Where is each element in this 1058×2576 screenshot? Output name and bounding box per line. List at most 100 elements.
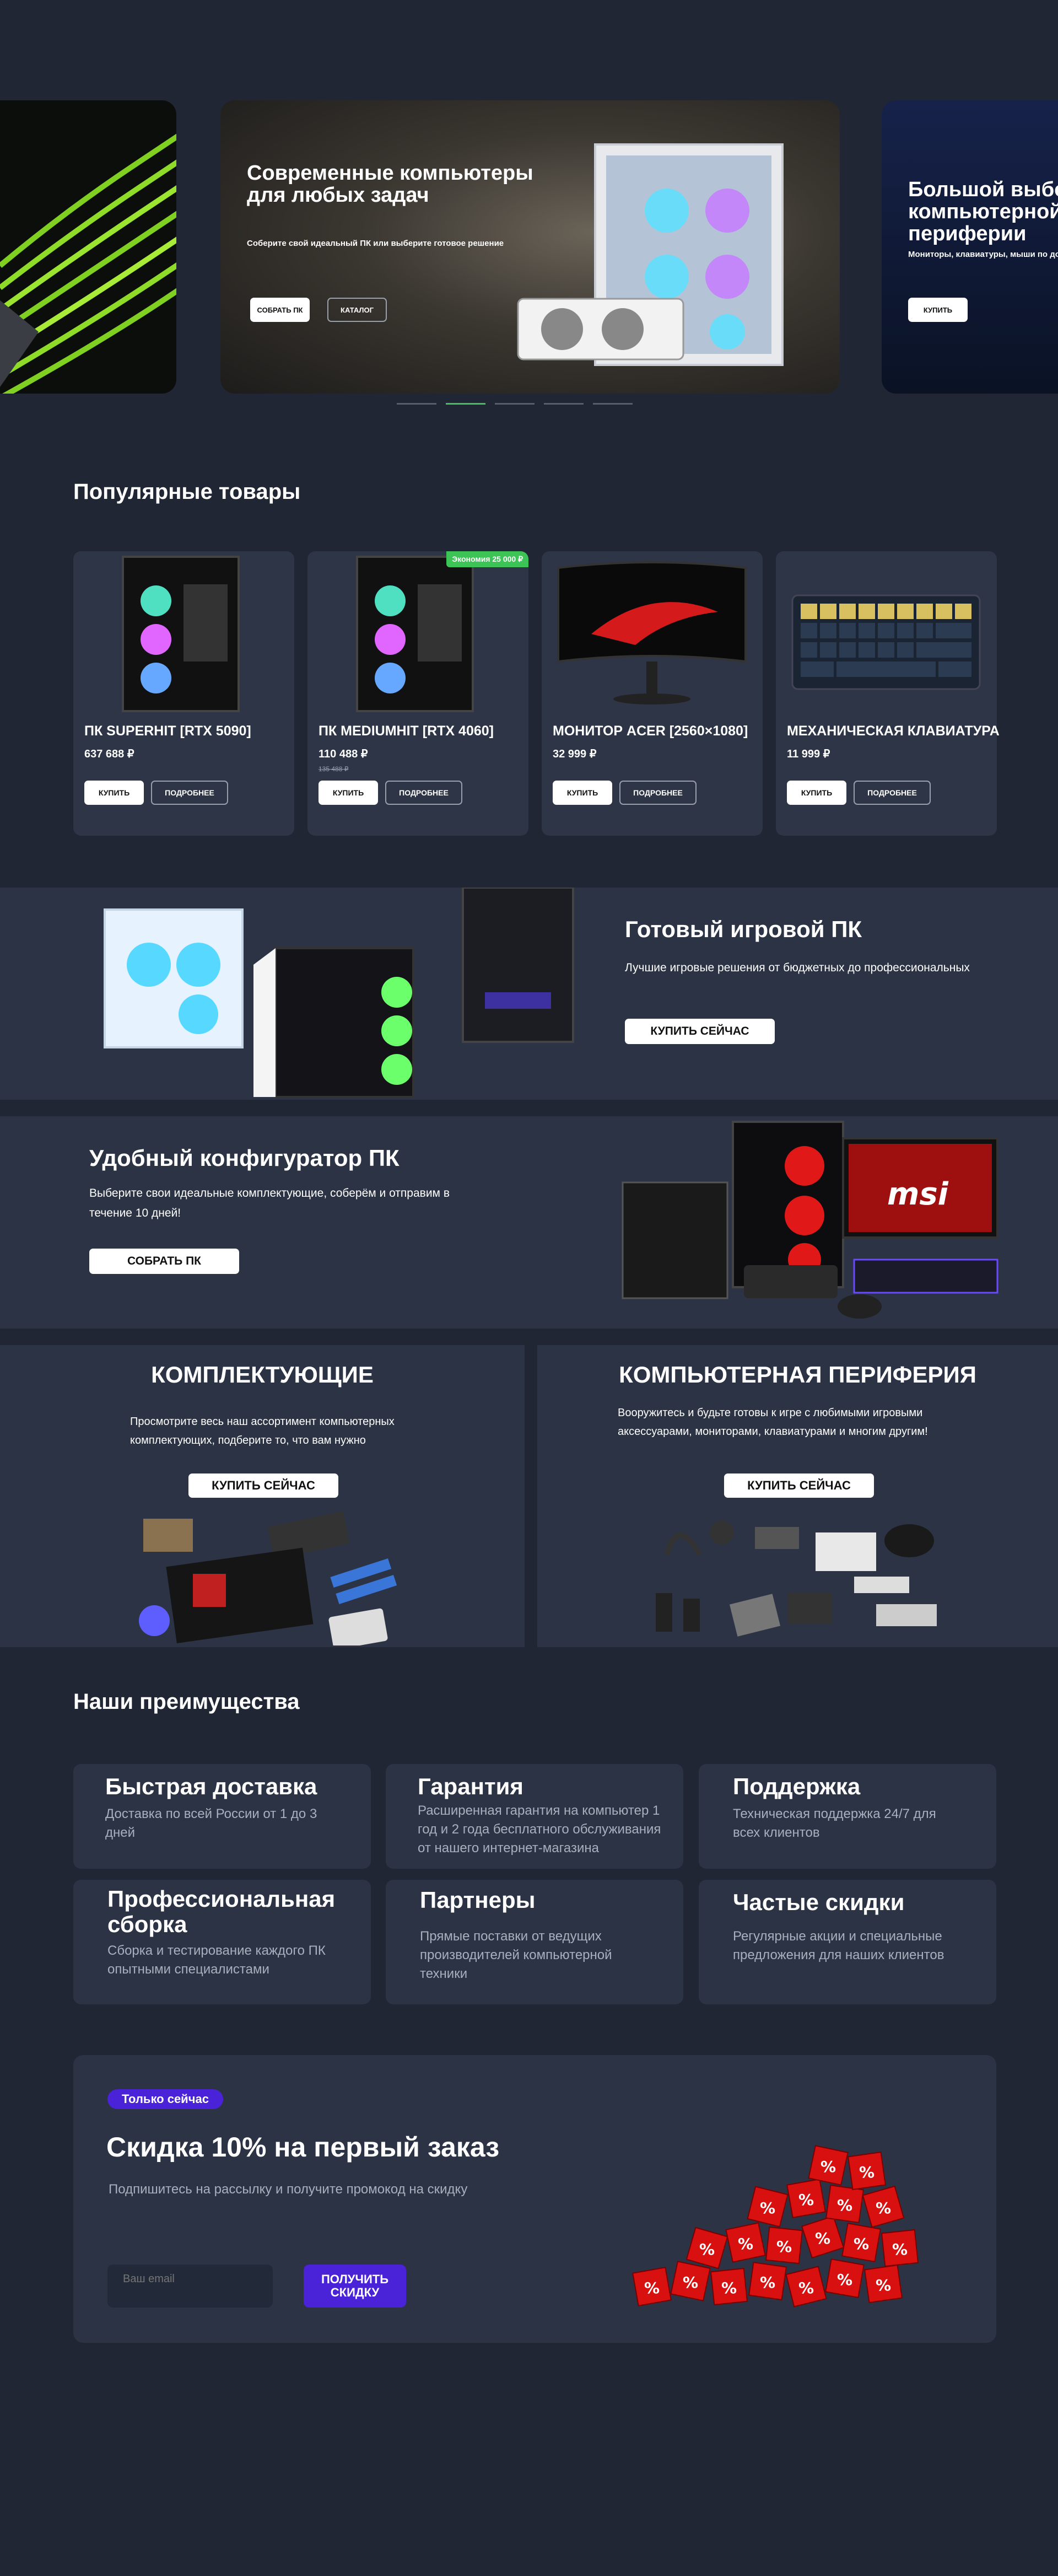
popular-title: Популярные товары bbox=[73, 480, 301, 504]
build-pc-config-button[interactable]: Собрать ПК bbox=[89, 1249, 239, 1274]
product-card[interactable]: ПК SUPERHIT [RTX 5090] 637 688 ₽ Купить … bbox=[73, 551, 294, 836]
email-input[interactable] bbox=[107, 2265, 273, 2308]
svg-text:%: % bbox=[892, 2240, 908, 2258]
buy-button[interactable]: Купить bbox=[553, 781, 612, 805]
svg-text:%: % bbox=[837, 2196, 852, 2214]
advantage-title: Профессиональная сборка bbox=[107, 1886, 336, 1937]
details-button[interactable]: Подробнее bbox=[854, 781, 931, 805]
carousel-dot-active[interactable] bbox=[446, 403, 485, 405]
hero-next-subtitle: Мониторы, клавиатуры, мыши по доступной … bbox=[908, 250, 1058, 259]
svg-text:%: % bbox=[815, 2229, 830, 2247]
advantage-text: Регулярные акции и специальные предложен… bbox=[733, 1929, 944, 1962]
svg-text:%: % bbox=[721, 2279, 737, 2297]
product-name: Механическая клавиатура bbox=[787, 723, 1000, 739]
carousel-dot[interactable] bbox=[495, 403, 535, 405]
discount-dice-image: %%%%%%% %%%%%% %%%%%% bbox=[632, 2145, 919, 2308]
svg-text:%: % bbox=[798, 2191, 814, 2209]
hero-slide-next[interactable]: Большой выбор компьютерной периферии Мон… bbox=[882, 100, 1058, 394]
configurator-title: Удобный конфигуратор ПК bbox=[89, 1145, 400, 1171]
gaming-pc-title: Готовый игровой ПК bbox=[625, 916, 862, 942]
advantage-card-discounts: Частые скидки Регулярные акции и специал… bbox=[699, 1880, 996, 2004]
catalog-button[interactable]: Каталог bbox=[327, 298, 387, 322]
hero-subtitle: Соберите свой идеальный ПК или выберите … bbox=[247, 239, 504, 248]
pc-case-icon bbox=[356, 556, 474, 712]
buy-gaming-pc-button[interactable]: Купить сейчас bbox=[625, 1019, 775, 1044]
configurator-banner: Удобный конфигуратор ПК Выберите свои ид… bbox=[0, 1116, 1058, 1329]
green-wave-graphic bbox=[0, 133, 176, 394]
configurator-text: Выберите свои идеальные комплектующие, с… bbox=[89, 1187, 450, 1219]
components-text: Просмотрите весь наш ассортимент компьют… bbox=[130, 1416, 395, 1446]
peripherals-title: Компьютерная периферия bbox=[619, 1362, 976, 1388]
buy-components-button[interactable]: Купить сейчас bbox=[188, 1473, 338, 1498]
svg-text:%: % bbox=[821, 2158, 836, 2176]
advantages-title: Наши преимущества bbox=[73, 1690, 300, 1714]
svg-text:%: % bbox=[760, 2273, 775, 2292]
product-name: ПК MEDIUMHIT [RTX 4060] bbox=[319, 723, 494, 739]
buy-peripherals-section-button[interactable]: Купить сейчас bbox=[724, 1473, 874, 1498]
details-button[interactable]: Подробнее bbox=[151, 781, 228, 805]
svg-text:%: % bbox=[699, 2240, 715, 2258]
product-name: Монитор ACER [2560×1080] bbox=[553, 723, 748, 739]
pc-cases-image bbox=[104, 888, 574, 1098]
advantage-text: Техническая поддержка 24/7 для всех клие… bbox=[733, 1806, 936, 1840]
promo-title: Скидка 10% на первый заказ bbox=[106, 2132, 500, 2163]
advantage-text: Доставка по всей России от 1 до 3 дней bbox=[105, 1806, 317, 1840]
advantage-text: Расширенная гарантия на компьютер 1 год … bbox=[418, 1803, 661, 1856]
svg-text:%: % bbox=[738, 2235, 753, 2253]
svg-text:%: % bbox=[837, 2271, 852, 2289]
product-old-price: 135 488 ₽ bbox=[319, 765, 349, 773]
advantage-title: Поддержка bbox=[733, 1773, 861, 1799]
svg-text:%: % bbox=[798, 2279, 814, 2297]
buy-button[interactable]: Купить bbox=[787, 781, 846, 805]
gaming-setup-image: msi bbox=[622, 1121, 998, 1319]
advantage-card-delivery: Быстрая доставка Доставка по всей России… bbox=[73, 1764, 371, 1869]
buy-button[interactable]: Купить bbox=[84, 781, 144, 805]
product-price: 11 999 ₽ bbox=[787, 748, 830, 760]
carousel-dot[interactable] bbox=[397, 403, 436, 405]
hero-slide-prev[interactable] bbox=[0, 100, 176, 394]
advantage-title: Гарантия bbox=[418, 1773, 523, 1799]
get-discount-button[interactable]: Получить скидку bbox=[304, 2265, 406, 2308]
product-card[interactable]: Механическая клавиатура 11 999 ₽ Купить … bbox=[776, 551, 1000, 836]
svg-text:%: % bbox=[859, 2163, 875, 2181]
details-button[interactable]: Подробнее bbox=[619, 781, 697, 805]
keyboard-icon bbox=[791, 594, 981, 690]
advantage-title: Партнеры bbox=[420, 1887, 536, 1913]
svg-text:%: % bbox=[876, 2276, 891, 2294]
pc-case-icon bbox=[122, 556, 240, 712]
product-price: 110 488 ₽ bbox=[319, 748, 368, 760]
hero-title: Современные компьютеры для любых задач bbox=[247, 162, 533, 207]
advantage-text: Сборка и тестирование каждого ПК опытным… bbox=[107, 1943, 326, 1977]
peripherals-panel: Компьютерная периферия Вооружитесь и буд… bbox=[537, 1345, 1058, 1647]
svg-text:%: % bbox=[876, 2199, 891, 2217]
advantage-card-support: Поддержка Техническая поддержка 24/7 для… bbox=[699, 1764, 996, 1869]
peripherals-text: Вооружитесь и будьте готовы к игре с люб… bbox=[618, 1407, 928, 1438]
build-pc-button[interactable]: Собрать ПК bbox=[250, 298, 310, 322]
monitor-icon bbox=[557, 561, 747, 704]
product-card[interactable]: Монитор ACER [2560×1080] 32 999 ₽ Купить… bbox=[542, 551, 763, 836]
gaming-pc-text: Лучшие игровые решения от бюджетных до п… bbox=[625, 961, 970, 974]
promo-text: Подпишитесь на рассылку и получите промо… bbox=[109, 2182, 468, 2197]
product-price: 32 999 ₽ bbox=[553, 748, 597, 760]
carousel-dot[interactable] bbox=[544, 403, 584, 405]
svg-text:%: % bbox=[854, 2235, 869, 2253]
carousel-dots bbox=[397, 403, 633, 405]
buy-button[interactable]: Купить bbox=[319, 781, 378, 805]
components-panel: Комплектующие Просмотрите весь наш ассор… bbox=[0, 1345, 525, 1647]
hero-next-title: Большой выбор компьютерной периферии bbox=[908, 178, 1058, 245]
product-price: 637 688 ₽ bbox=[84, 748, 134, 760]
advantage-text: Прямые поставки от ведущих производителе… bbox=[420, 1929, 612, 1981]
promo-badge: Только сейчас bbox=[107, 2089, 223, 2109]
hero-slide-active: Современные компьютеры для любых задач С… bbox=[220, 100, 840, 394]
svg-text:%: % bbox=[760, 2199, 775, 2217]
product-card[interactable]: Экономия 25 000 ₽ ПК MEDIUMHIT [RTX 4060… bbox=[307, 551, 528, 836]
svg-text:%: % bbox=[644, 2279, 660, 2297]
details-button[interactable]: Подробнее bbox=[385, 781, 462, 805]
advantage-card-assembly: Профессиональная сборка Сборка и тестиро… bbox=[73, 1880, 371, 2004]
svg-text:%: % bbox=[776, 2238, 792, 2256]
buy-peripherals-button[interactable]: Купить bbox=[908, 298, 968, 322]
svg-text:msi: msi bbox=[887, 1176, 949, 1212]
carousel-dot[interactable] bbox=[593, 403, 633, 405]
pc-case-image bbox=[517, 143, 784, 366]
product-name: ПК SUPERHIT [RTX 5090] bbox=[84, 723, 251, 739]
